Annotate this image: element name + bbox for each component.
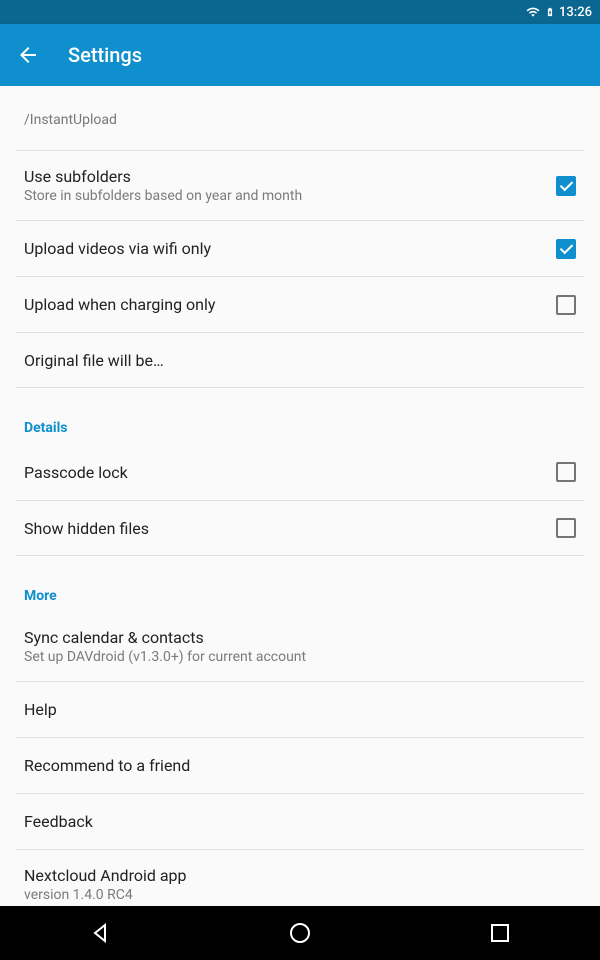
passcode-lock-checkbox[interactable] <box>556 462 576 482</box>
navigation-bar <box>0 906 600 960</box>
help-title: Help <box>24 700 576 719</box>
about-row[interactable]: Nextcloud Android app version 1.4.0 RC4 <box>16 849 584 906</box>
about-title: Nextcloud Android app <box>24 866 576 885</box>
use-subfolders-row[interactable]: Use subfolders Store in subfolders based… <box>16 150 584 220</box>
status-time: 13:26 <box>559 5 592 20</box>
upload-charging-row[interactable]: Upload when charging only <box>16 276 584 332</box>
battery-charging-icon <box>545 4 555 20</box>
use-subfolders-title: Use subfolders <box>24 167 556 186</box>
upload-wifi-title: Upload videos via wifi only <box>24 239 556 258</box>
original-file-title: Original file will be… <box>24 351 576 370</box>
sync-calendar-row[interactable]: Sync calendar & contacts Set up DAVdroid… <box>16 612 584 681</box>
show-hidden-files-row[interactable]: Show hidden files <box>16 500 584 556</box>
status-bar: 13:26 <box>0 0 600 24</box>
original-file-row[interactable]: Original file will be… <box>16 332 584 388</box>
settings-content: /InstantUpload Use subfolders Store in s… <box>0 86 600 906</box>
section-header-more: More <box>16 556 584 612</box>
sync-calendar-title: Sync calendar & contacts <box>24 628 576 647</box>
section-header-details: Details <box>16 388 584 444</box>
upload-charging-title: Upload when charging only <box>24 295 556 314</box>
show-hidden-files-checkbox[interactable] <box>556 518 576 538</box>
about-version: version 1.4.0 RC4 <box>24 887 576 903</box>
use-subfolders-sub: Store in subfolders based on year and mo… <box>24 188 556 204</box>
feedback-row[interactable]: Feedback <box>16 793 584 849</box>
wifi-icon <box>525 5 541 19</box>
nav-back-icon[interactable] <box>88 921 112 945</box>
use-subfolders-checkbox[interactable] <box>556 176 576 196</box>
passcode-lock-row[interactable]: Passcode lock <box>16 444 584 500</box>
page-title: Settings <box>68 43 142 67</box>
passcode-lock-title: Passcode lock <box>24 463 556 482</box>
nav-home-icon[interactable] <box>288 921 312 945</box>
recommend-title: Recommend to a friend <box>24 756 576 775</box>
feedback-title: Feedback <box>24 812 576 831</box>
recommend-row[interactable]: Recommend to a friend <box>16 737 584 793</box>
sync-calendar-sub: Set up DAVdroid (v1.3.0+) for current ac… <box>24 649 576 665</box>
help-row[interactable]: Help <box>16 681 584 737</box>
nav-recent-icon[interactable] <box>488 921 512 945</box>
upload-wifi-row[interactable]: Upload videos via wifi only <box>16 220 584 276</box>
app-bar: Settings <box>0 24 600 86</box>
upload-charging-checkbox[interactable] <box>556 295 576 315</box>
upload-wifi-checkbox[interactable] <box>556 239 576 259</box>
show-hidden-files-title: Show hidden files <box>24 519 556 538</box>
upload-folder-path[interactable]: /InstantUpload <box>16 86 584 150</box>
status-icons: 13:26 <box>525 4 592 20</box>
back-arrow-icon[interactable] <box>16 43 40 67</box>
